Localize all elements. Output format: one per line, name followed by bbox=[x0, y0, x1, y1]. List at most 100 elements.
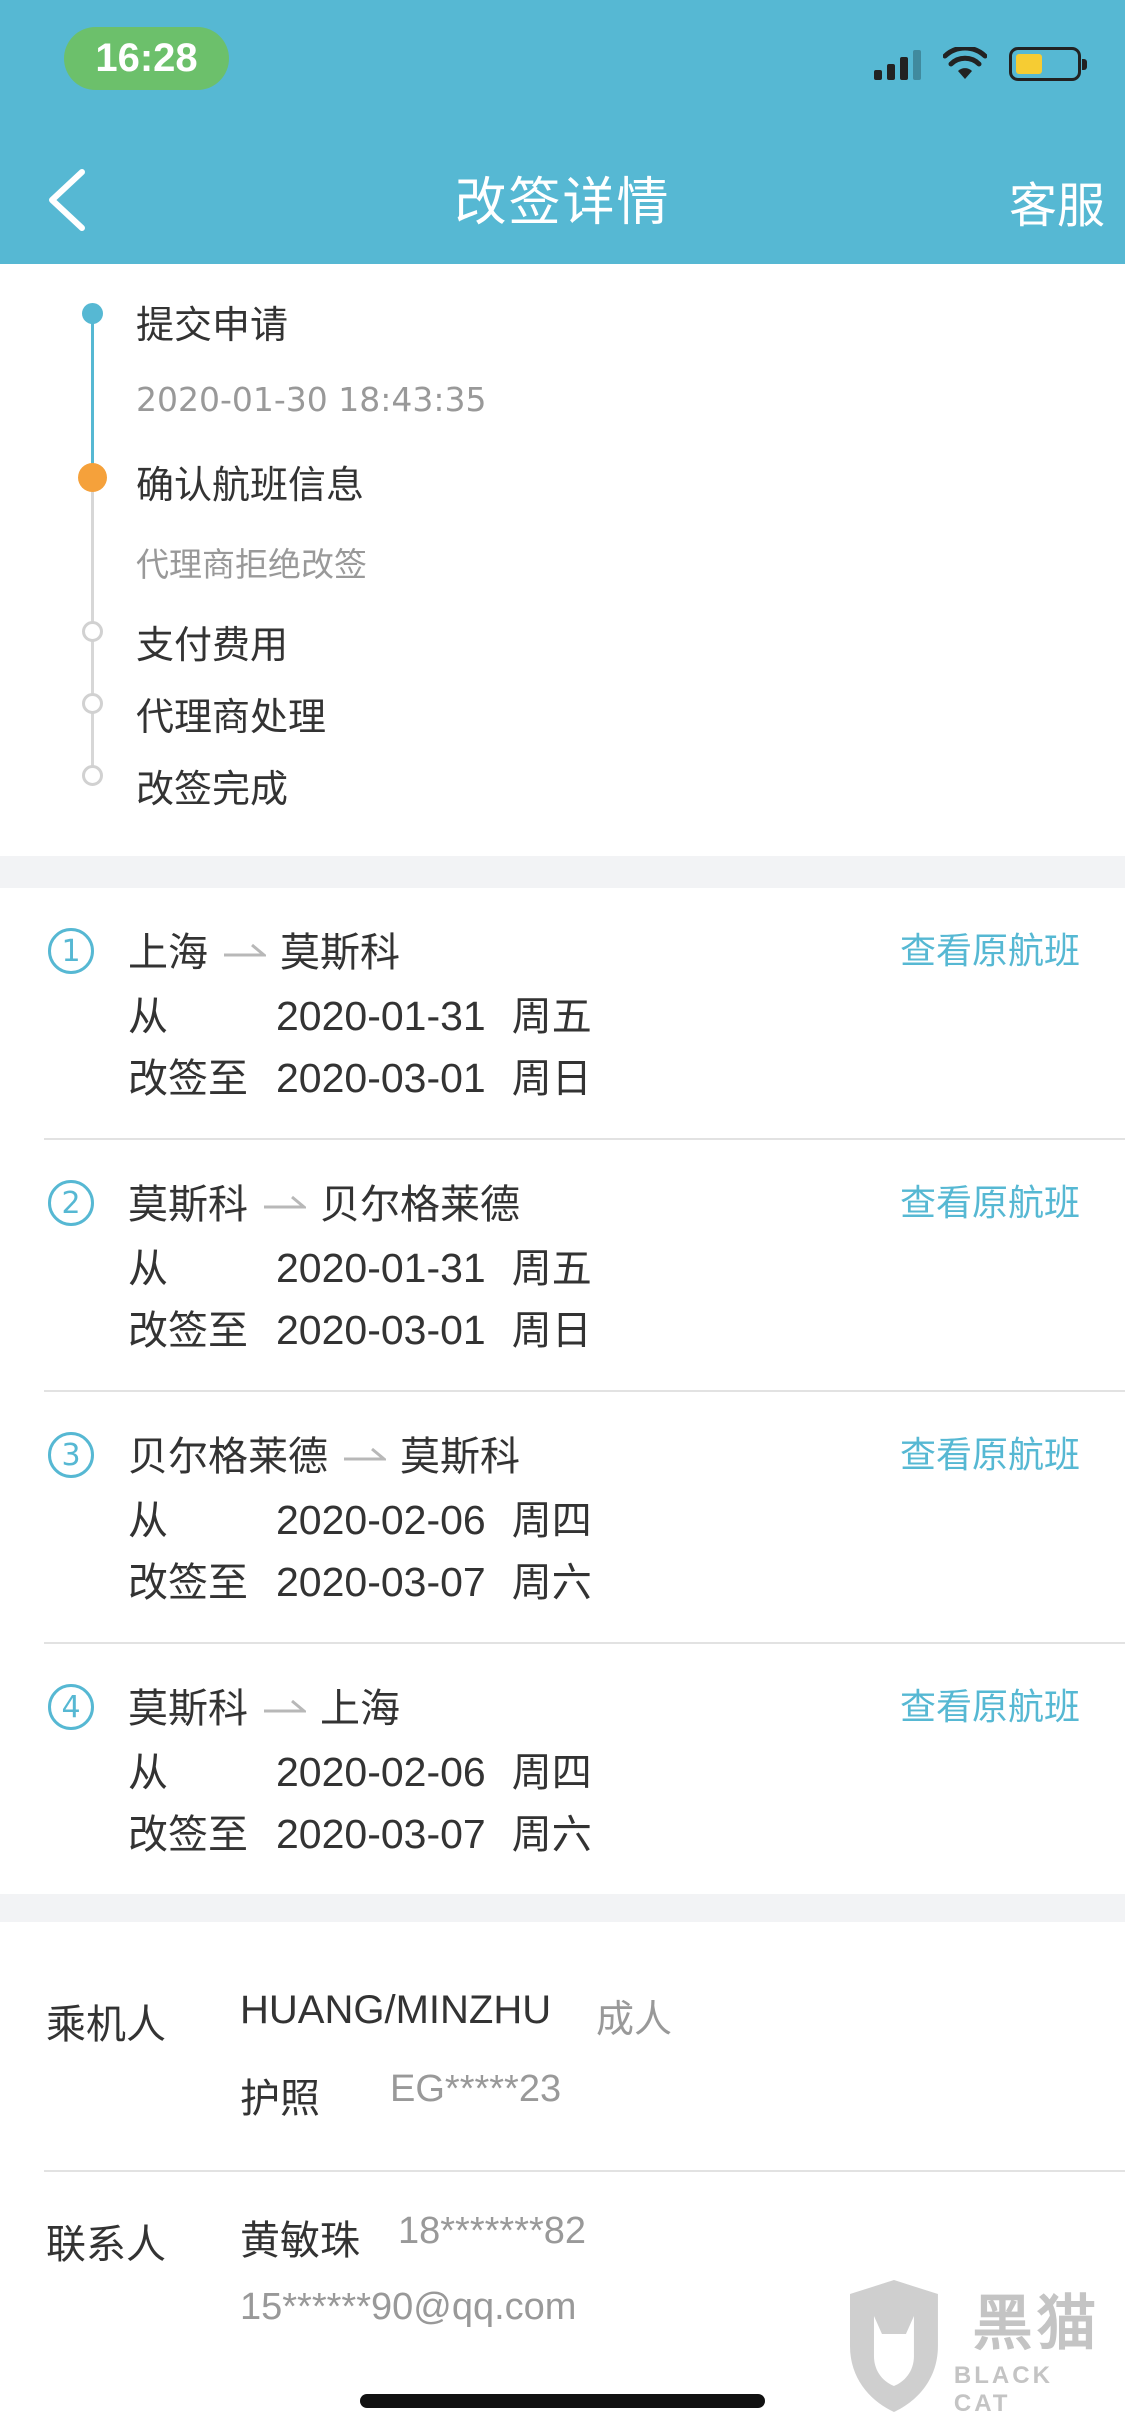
flight-segment: 4 莫斯科 上海 查看原航班 从 2020-02-06 周四 改签至 2020-03-… bbox=[0, 1644, 1125, 1896]
route-arrow-icon bbox=[224, 943, 266, 957]
view-original-flight-link[interactable]: 查看原航班 bbox=[900, 1174, 1080, 1226]
view-original-flight-link[interactable]: 查看原航班 bbox=[900, 1678, 1080, 1730]
flight-segments: 1 上海 莫斯科 查看原航班 从 2020-01-31 周五 改签至 2020-03-… bbox=[0, 888, 1125, 1894]
original-date: 2020-02-06 bbox=[276, 1497, 486, 1543]
divider bbox=[44, 2170, 1125, 2172]
nav-header: 16:28 改签详情 客服 bbox=[0, 0, 1125, 264]
new-date: 2020-03-01 bbox=[276, 1307, 486, 1353]
step-pending-icon bbox=[82, 621, 103, 642]
original-weekday: 周四 bbox=[511, 1498, 592, 1544]
segment-route: 上海 莫斯科 bbox=[128, 920, 400, 978]
watermark-title: 黑猫 bbox=[972, 2288, 1101, 2359]
status-icons bbox=[874, 44, 1087, 84]
original-weekday: 周五 bbox=[511, 994, 592, 1040]
step-status: 代理商拒绝改签 bbox=[136, 545, 367, 584]
document-number: EG*****23 bbox=[390, 2068, 562, 2110]
new-weekday: 周日 bbox=[511, 1308, 592, 1354]
origin-city: 莫斯科 bbox=[128, 1686, 248, 1732]
segment-route: 贝尔格莱德 莫斯科 bbox=[128, 1424, 520, 1482]
destination-city: 莫斯科 bbox=[280, 930, 400, 976]
new-weekday: 周日 bbox=[511, 1056, 592, 1102]
original-date: 2020-02-06 bbox=[276, 1749, 486, 1795]
contact-email: 15******90@qq.com bbox=[240, 2286, 577, 2328]
contact-phone: 18*******82 bbox=[398, 2210, 587, 2252]
step-timestamp: 2020-01-30 18:43:35 bbox=[136, 380, 487, 419]
new-weekday: 周六 bbox=[511, 1560, 592, 1606]
passenger-type: 成人 bbox=[596, 1997, 673, 2041]
route-arrow-icon bbox=[264, 1195, 306, 1209]
original-weekday: 周五 bbox=[511, 1246, 592, 1292]
original-date-row: 从 2020-02-06 周四 bbox=[128, 1740, 592, 1798]
new-date-row: 改签至 2020-03-07 周六 bbox=[128, 1802, 592, 1860]
black-cat-watermark: 黑猫 BLACK CAT bbox=[844, 2266, 1119, 2426]
from-label: 从 bbox=[128, 1750, 168, 1796]
original-date-row: 从 2020-02-06 周四 bbox=[128, 1488, 592, 1546]
step-pending-icon bbox=[82, 765, 103, 786]
segment-number-icon: 3 bbox=[48, 1432, 94, 1478]
segment-number-icon: 1 bbox=[48, 928, 94, 974]
destination-city: 上海 bbox=[320, 1686, 400, 1732]
step-current-icon bbox=[78, 463, 107, 492]
page-title: 改签详情 bbox=[454, 173, 671, 233]
change-to-label: 改签至 bbox=[128, 1308, 248, 1354]
flight-segment: 2 莫斯科 贝尔格莱德 查看原航班 从 2020-01-31 周五 改签至 2020-… bbox=[0, 1140, 1125, 1392]
origin-city: 莫斯科 bbox=[128, 1182, 248, 1228]
timeline-line-done bbox=[91, 314, 94, 478]
watermark-subtitle: BLACK CAT bbox=[953, 2361, 1053, 2417]
signal-icon bbox=[874, 48, 921, 80]
new-date: 2020-03-01 bbox=[276, 1055, 486, 1101]
change-progress-timeline: 提交申请 2020-01-30 18:43:35 确认航班信息 代理商拒绝改签 … bbox=[0, 264, 1125, 856]
new-date-row: 改签至 2020-03-01 周日 bbox=[128, 1298, 592, 1356]
segment-number-icon: 4 bbox=[48, 1684, 94, 1730]
watermark-text: 黑猫 BLACK CAT bbox=[954, 2275, 1119, 2418]
original-date-row: 从 2020-01-31 周五 bbox=[128, 1236, 592, 1294]
destination-city: 贝尔格莱德 bbox=[320, 1182, 520, 1228]
contact-name: 黄敏珠 bbox=[240, 2218, 360, 2264]
original-date-row: 从 2020-01-31 周五 bbox=[128, 984, 592, 1042]
passenger-label: 乘机人 bbox=[46, 2002, 166, 2048]
original-date: 2020-01-31 bbox=[276, 993, 486, 1039]
view-original-flight-link[interactable]: 查看原航班 bbox=[900, 1426, 1080, 1478]
change-to-label: 改签至 bbox=[128, 1812, 248, 1858]
original-weekday: 周四 bbox=[511, 1750, 592, 1796]
cat-shield-icon bbox=[849, 2280, 938, 2412]
flight-segment: 3 贝尔格莱德 莫斯科 查看原航班 从 2020-02-06 周四 改签至 2020-… bbox=[0, 1392, 1125, 1644]
step-label: 改签完成 bbox=[136, 767, 289, 811]
step-label: 代理商处理 bbox=[136, 695, 327, 739]
change-to-label: 改签至 bbox=[128, 1560, 248, 1606]
passenger-contact-section: 乘机人 HUANG/MINZHU 成人 护照 EG*****23 联系人 黄敏珠… bbox=[0, 1922, 1125, 2436]
original-date: 2020-01-31 bbox=[276, 1245, 486, 1291]
destination-city: 莫斯科 bbox=[400, 1434, 520, 1480]
from-label: 从 bbox=[128, 1498, 168, 1544]
route-arrow-icon bbox=[264, 1699, 306, 1713]
route-arrow-icon bbox=[344, 1447, 386, 1461]
customer-service-button[interactable]: 客服 bbox=[1009, 166, 1105, 236]
from-label: 从 bbox=[128, 1246, 168, 1292]
segment-route: 莫斯科 上海 bbox=[128, 1676, 400, 1734]
segment-route: 莫斯科 贝尔格莱德 bbox=[128, 1172, 520, 1230]
origin-city: 上海 bbox=[128, 930, 208, 976]
new-date: 2020-03-07 bbox=[276, 1811, 486, 1857]
step-label: 支付费用 bbox=[136, 623, 289, 667]
passenger-name: HUANG/MINZHU bbox=[240, 1988, 552, 2032]
new-weekday: 周六 bbox=[511, 1812, 592, 1858]
home-indicator[interactable] bbox=[360, 2394, 765, 2408]
battery-icon bbox=[1009, 47, 1087, 81]
wifi-icon bbox=[943, 47, 987, 79]
new-date-row: 改签至 2020-03-07 周六 bbox=[128, 1550, 592, 1608]
origin-city: 贝尔格莱德 bbox=[128, 1434, 328, 1480]
step-label: 确认航班信息 bbox=[136, 463, 365, 507]
status-time: 16:28 bbox=[64, 27, 229, 90]
step-done-icon bbox=[82, 303, 103, 324]
segment-number-icon: 2 bbox=[48, 1180, 94, 1226]
new-date: 2020-03-07 bbox=[276, 1559, 486, 1605]
change-to-label: 改签至 bbox=[128, 1056, 248, 1102]
view-original-flight-link[interactable]: 查看原航班 bbox=[900, 922, 1080, 974]
from-label: 从 bbox=[128, 994, 168, 1040]
contact-label: 联系人 bbox=[46, 2222, 166, 2268]
flight-segment: 1 上海 莫斯科 查看原航班 从 2020-01-31 周五 改签至 2020-03-… bbox=[0, 888, 1125, 1140]
step-label: 提交申请 bbox=[136, 303, 289, 347]
step-pending-icon bbox=[82, 693, 103, 714]
new-date-row: 改签至 2020-03-01 周日 bbox=[128, 1046, 592, 1104]
document-type-label: 护照 bbox=[240, 2076, 320, 2122]
